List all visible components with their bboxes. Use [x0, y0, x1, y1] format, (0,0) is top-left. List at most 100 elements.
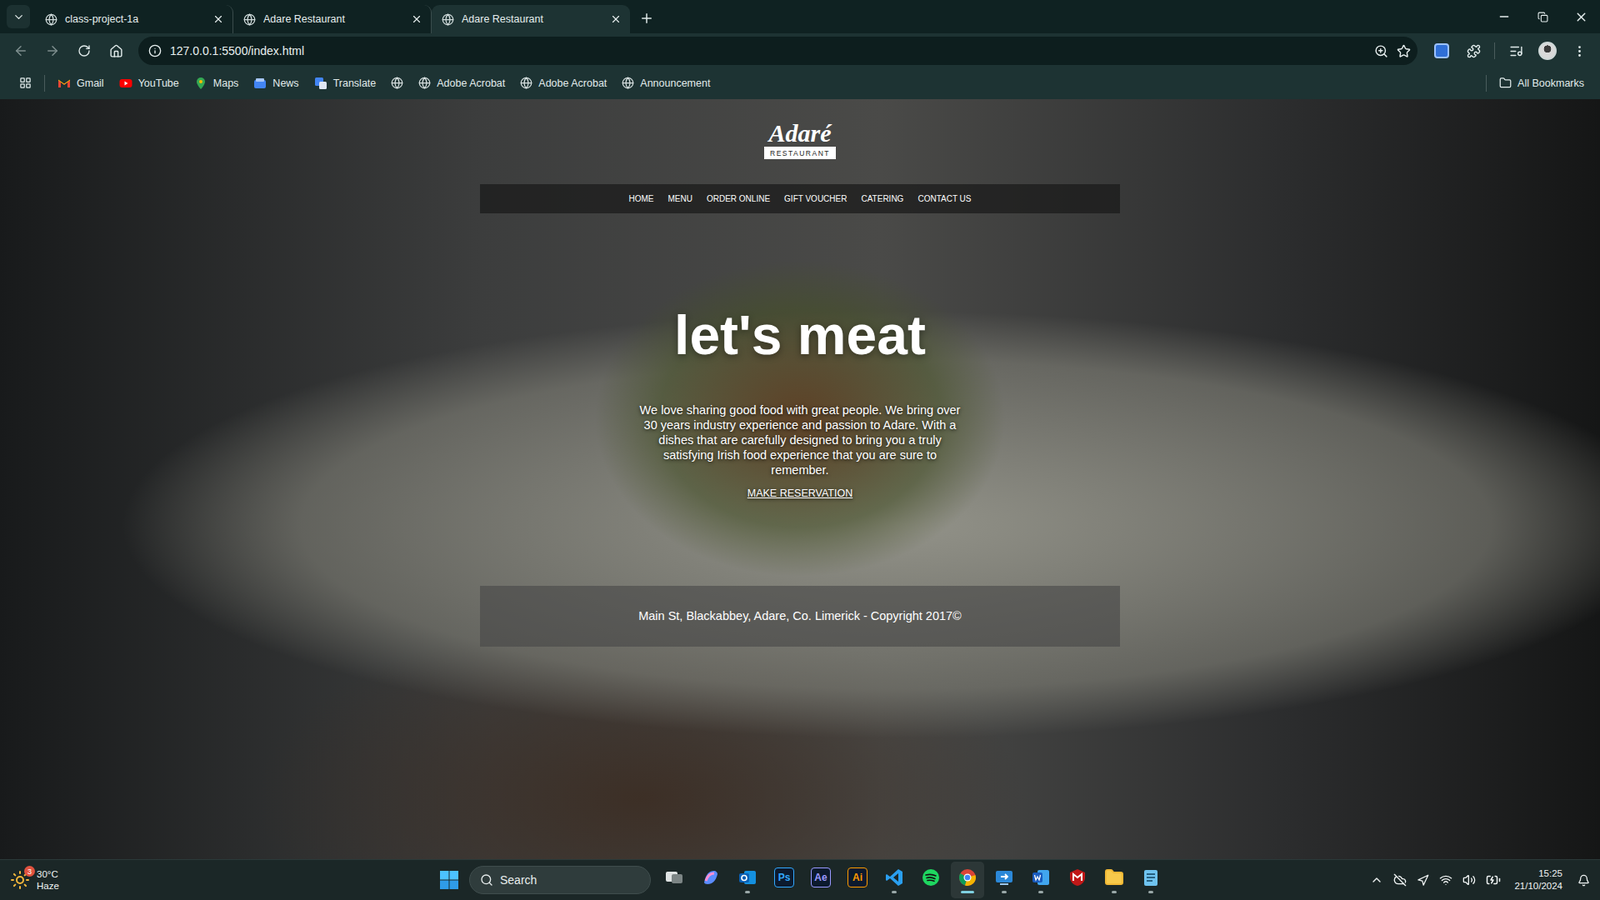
profile-button[interactable]	[1533, 36, 1562, 65]
nav-link[interactable]: ORDER ONLINE	[706, 194, 770, 204]
tab-strip: class-project-1aAdare RestaurantAdare Re…	[0, 0, 1600, 34]
nav-link[interactable]: HOME	[629, 194, 655, 204]
taskbar-app[interactable]: Ps	[767, 861, 801, 899]
arrow-left-icon	[13, 43, 29, 59]
system-tray: 15:2521/10/2024	[1167, 867, 1590, 893]
app-letters-icon: Ae	[810, 867, 831, 888]
clock-date: 21/10/2024	[1514, 880, 1563, 893]
weather-text: 30°CHaze	[36, 868, 60, 892]
puzzle-icon	[1466, 44, 1481, 59]
taskbar-app[interactable]	[914, 861, 948, 899]
weather-widget[interactable]: 330°CHaze	[10, 868, 433, 892]
extensions-button[interactable]	[1459, 36, 1488, 65]
reservation-link[interactable]: MAKE RESERVATION	[747, 487, 853, 500]
close-tab-icon[interactable]	[410, 13, 423, 25]
main-nav: HOME MENU ORDER ONLINE GIFT VOUCHER CATERING…	[480, 184, 1120, 214]
bookmark[interactable]: Adobe Acrobat	[412, 73, 511, 93]
nav-link[interactable]: GIFT VOUCHER	[784, 194, 847, 204]
close-tab-icon[interactable]	[610, 13, 622, 25]
globe-icon	[390, 76, 404, 90]
taskbar-app[interactable]	[1134, 861, 1168, 899]
tab-search-button[interactable]	[6, 5, 30, 29]
logo-tagline: RESTAURANT	[764, 146, 836, 160]
close-window-button[interactable]	[1561, 0, 1600, 34]
file-explorer-icon	[1104, 867, 1125, 888]
taskbar-app[interactable]	[987, 861, 1021, 899]
new-tab-button[interactable]	[635, 6, 659, 30]
volume-icon[interactable]	[1462, 873, 1476, 887]
nav-link[interactable]: CONTACT US	[917, 194, 971, 204]
running-indicator	[1001, 890, 1007, 894]
taskbar-app[interactable]	[1024, 861, 1058, 899]
search-placeholder: Search	[500, 873, 537, 887]
tray-overflow-icon[interactable]	[1370, 873, 1384, 887]
remote-desktop-icon	[994, 867, 1015, 888]
logo-name: Adaré	[769, 120, 832, 146]
notification-bell-icon[interactable]	[1577, 874, 1590, 887]
weather-badge: 3	[24, 865, 35, 877]
zoom-icon[interactable]	[1374, 44, 1389, 59]
restore-button[interactable]	[1523, 0, 1562, 34]
chrome-icon	[957, 867, 978, 888]
notepad-icon	[1140, 867, 1161, 888]
media-button[interactable]	[1501, 36, 1530, 65]
restaurant-logo[interactable]: AdaréRESTAURANT	[764, 120, 836, 160]
bookmark[interactable]: Adobe Acrobat	[514, 73, 613, 93]
intro-text: We love sharing good food with great peo…	[633, 402, 967, 478]
taskbar-app[interactable]	[1060, 861, 1095, 899]
nav-link[interactable]: MENU	[668, 194, 693, 204]
bookmarks-divider	[1485, 75, 1487, 92]
forward-button[interactable]	[38, 36, 67, 65]
desktop-screen: class-project-1aAdare RestaurantAdare Re…	[0, 0, 1600, 900]
clock[interactable]: 15:2521/10/2024	[1514, 867, 1563, 893]
battery-icon[interactable]	[1485, 872, 1501, 888]
taskbar-app[interactable]: Ai	[840, 861, 875, 899]
bookmark[interactable]: News	[247, 73, 305, 94]
bookmark[interactable]	[385, 73, 410, 93]
bookmark[interactable]: Translate	[308, 73, 383, 94]
all-bookmarks[interactable]: All Bookmarks	[1493, 73, 1590, 93]
info-icon[interactable]	[148, 44, 162, 58]
bookmark[interactable]: Announcement	[615, 73, 716, 93]
bookmark-label: Adobe Acrobat	[436, 77, 505, 90]
bookmark[interactable]: Maps	[188, 73, 245, 94]
windows-logo-icon	[440, 870, 459, 890]
taskbar-app[interactable]	[1097, 861, 1131, 899]
reload-button[interactable]	[70, 36, 99, 65]
taskbar-app[interactable]	[877, 861, 911, 899]
taskbar-search[interactable]: Search	[469, 865, 651, 895]
running-indicator	[1111, 890, 1117, 894]
minimize-button[interactable]	[1485, 0, 1524, 34]
browser-toolbar: 127.0.0.1:5500/index.html	[0, 33, 1600, 69]
taskbar-app[interactable]	[694, 861, 728, 899]
bookmark[interactable]: Gmail	[51, 73, 110, 94]
running-indicator	[671, 890, 677, 894]
extension-button[interactable]	[1427, 36, 1456, 65]
start-button[interactable]	[432, 863, 466, 897]
location-icon[interactable]	[1416, 874, 1430, 887]
apps-button[interactable]	[13, 73, 38, 93]
bookmark[interactable]: YouTube	[113, 73, 185, 94]
taskbar-app[interactable]: Ae	[804, 861, 838, 899]
home-button[interactable]	[101, 36, 130, 65]
taskbar-app[interactable]	[657, 861, 691, 899]
cloud-icon[interactable]	[1393, 873, 1407, 887]
bookmark-star-icon[interactable]	[1396, 44, 1411, 59]
vscode-icon	[884, 867, 905, 888]
close-tab-icon[interactable]	[212, 13, 225, 25]
running-indicator	[928, 890, 934, 894]
address-bar[interactable]: 127.0.0.1:5500/index.html	[138, 36, 1418, 65]
spotify-icon	[920, 867, 941, 888]
bookmark-label: Maps	[213, 77, 240, 90]
taskbar-app[interactable]	[950, 861, 985, 899]
back-button[interactable]	[6, 36, 35, 65]
wifi-icon[interactable]	[1439, 873, 1453, 887]
running-indicator	[855, 890, 860, 894]
taskbar-app[interactable]	[730, 861, 765, 899]
youtube-icon	[119, 76, 133, 90]
browser-tab[interactable]: class-project-1a	[35, 5, 234, 34]
browser-tab[interactable]: Adare Restaurant	[233, 5, 432, 34]
menu-button[interactable]	[1565, 36, 1594, 65]
browser-tab[interactable]: Adare Restaurant	[431, 5, 630, 34]
nav-link[interactable]: CATERING	[860, 194, 904, 204]
